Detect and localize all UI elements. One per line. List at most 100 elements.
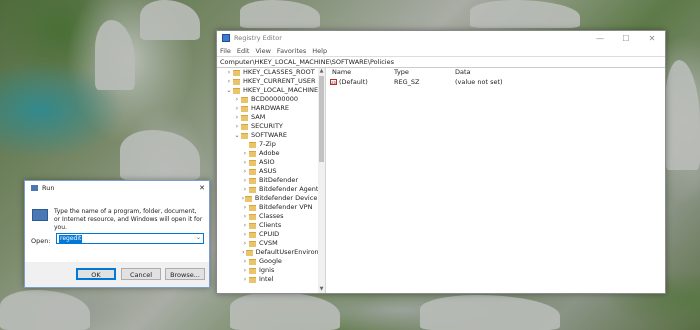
- folder-icon: [249, 213, 256, 220]
- tree-item-label: Bitdefender VPN: [259, 203, 313, 211]
- browse-button[interactable]: Browse...: [165, 268, 205, 280]
- tree-item[interactable]: › Classes: [217, 212, 325, 221]
- chevron-right-icon[interactable]: ›: [241, 239, 249, 248]
- scroll-thumb[interactable]: [319, 76, 324, 162]
- value-type: REG_SZ: [394, 77, 420, 86]
- run-close-button[interactable]: ✕: [195, 184, 209, 192]
- chevron-right-icon[interactable]: ›: [225, 68, 233, 77]
- chevron-right-icon[interactable]: ›: [241, 257, 249, 266]
- open-input-value[interactable]: regedit: [59, 234, 83, 243]
- tree-item[interactable]: › SAM: [217, 113, 325, 122]
- tree-scrollbar[interactable]: ▲ ▼: [318, 68, 325, 293]
- tree-item[interactable]: › ASUS: [217, 167, 325, 176]
- run-app-icon: [31, 184, 38, 191]
- ok-button[interactable]: OK: [76, 268, 116, 280]
- values-list: Name Type Data ab (Default) REG_SZ (valu…: [326, 68, 665, 293]
- maximize-button[interactable]: ☐: [613, 31, 639, 45]
- chevron-right-icon[interactable]: ›: [233, 122, 241, 131]
- tree-item[interactable]: › Ignis: [217, 266, 325, 275]
- folder-icon: [249, 258, 256, 265]
- registry-editor-titlebar[interactable]: Registry Editor — ☐ ✕: [217, 31, 665, 45]
- tree-item-label: ASIO: [259, 158, 275, 166]
- address-bar[interactable]: Computer\HKEY_LOCAL_MACHINE\SOFTWARE\Pol…: [217, 56, 665, 68]
- tree-item-label: SAM: [251, 113, 266, 121]
- column-type[interactable]: Type: [394, 68, 455, 77]
- tree-item-label: Adobe: [259, 149, 280, 157]
- tree-item-label: Intel: [259, 275, 274, 283]
- folder-icon: [249, 141, 256, 148]
- tree-item-label: Bitdefender Device M: [254, 194, 325, 202]
- minimize-button[interactable]: —: [587, 31, 613, 45]
- chevron-right-icon[interactable]: ›: [241, 266, 249, 275]
- chevron-right-icon[interactable]: ›: [241, 176, 249, 185]
- tree-item[interactable]: › Bitdefender VPN: [217, 203, 325, 212]
- cancel-button[interactable]: Cancel: [121, 268, 161, 280]
- folder-icon: [241, 105, 248, 112]
- column-data[interactable]: Data: [455, 68, 471, 77]
- tree-item[interactable]: ⌄ SOFTWARE: [217, 131, 325, 140]
- value-row-default[interactable]: ab (Default) REG_SZ (value not set): [326, 77, 665, 86]
- chevron-right-icon[interactable]: ›: [233, 113, 241, 122]
- tree-item[interactable]: › Clients: [217, 221, 325, 230]
- tree-item[interactable]: › BitDefender: [217, 176, 325, 185]
- menu-edit[interactable]: Edit: [237, 47, 250, 55]
- tree-item[interactable]: › Intel: [217, 275, 325, 284]
- chevron-down-icon[interactable]: ⌄: [233, 131, 241, 140]
- chevron-right-icon[interactable]: ›: [225, 77, 233, 86]
- tree-item[interactable]: ⌄ HKEY_LOCAL_MACHINE: [217, 86, 325, 95]
- scroll-up-icon[interactable]: ▲: [318, 68, 325, 75]
- chevron-right-icon[interactable]: ›: [241, 221, 249, 230]
- folder-icon: [249, 150, 256, 157]
- chevron-right-icon[interactable]: ›: [233, 95, 241, 104]
- tree-item[interactable]: › Bitdefender Device M: [217, 194, 325, 203]
- folder-icon: [244, 195, 252, 202]
- chevron-right-icon[interactable]: ›: [241, 230, 249, 239]
- tree-item-label: DefaultUserEnvironm: [255, 248, 325, 256]
- tree-item[interactable]: › Google: [217, 257, 325, 266]
- menu-favorites[interactable]: Favorites: [277, 47, 306, 55]
- tree-item-label: CVSM: [259, 239, 278, 247]
- tree-item[interactable]: › CPUID: [217, 230, 325, 239]
- folder-icon: [241, 114, 248, 121]
- tree-item[interactable]: › CVSM: [217, 239, 325, 248]
- value-name: (Default): [339, 77, 368, 86]
- tree-item[interactable]: › DefaultUserEnvironm: [217, 248, 325, 257]
- tree-item[interactable]: › HKEY_CLASSES_ROOT: [217, 68, 325, 77]
- open-input[interactable]: regedit ⌄: [56, 233, 204, 244]
- tree-item[interactable]: › HARDWARE: [217, 104, 325, 113]
- chevron-right-icon[interactable]: ›: [241, 158, 249, 167]
- registry-editor-window: Registry Editor — ☐ ✕ File Edit View Fav…: [216, 30, 666, 294]
- tree-item[interactable]: 7-Zip: [217, 140, 325, 149]
- menu-file[interactable]: File: [220, 47, 231, 55]
- tree-item[interactable]: › Adobe: [217, 149, 325, 158]
- tree-item[interactable]: › ASIO: [217, 158, 325, 167]
- tree-item-label: BCD00000000: [251, 95, 298, 103]
- tree-item-label: Clients: [259, 221, 282, 229]
- close-button[interactable]: ✕: [639, 31, 665, 45]
- chevron-down-icon[interactable]: ⌄: [196, 234, 201, 241]
- menu-help[interactable]: Help: [312, 47, 327, 55]
- folder-icon: [249, 204, 256, 211]
- menu-view[interactable]: View: [255, 47, 270, 55]
- chevron-down-icon[interactable]: ⌄: [225, 86, 233, 95]
- scroll-down-icon[interactable]: ▼: [318, 286, 325, 293]
- chevron-right-icon[interactable]: ›: [241, 275, 249, 284]
- tree-item-label: ASUS: [259, 167, 277, 175]
- tree-item[interactable]: › BCD00000000: [217, 95, 325, 104]
- run-titlebar[interactable]: Run ✕: [25, 181, 209, 194]
- column-name[interactable]: Name: [332, 68, 394, 77]
- registry-tree: › HKEY_CLASSES_ROOT › HKEY_CURRENT_USER ⌄ HKE…: [217, 68, 326, 293]
- tree-item[interactable]: › Bitdefender Agent: [217, 185, 325, 194]
- chevron-right-icon[interactable]: ›: [241, 203, 249, 212]
- folder-icon: [233, 87, 240, 94]
- chevron-right-icon[interactable]: ›: [241, 167, 249, 176]
- folder-icon: [249, 231, 256, 238]
- tree-item[interactable]: › SECURITY: [217, 122, 325, 131]
- tree-item[interactable]: › HKEY_CURRENT_USER: [217, 77, 325, 86]
- chevron-right-icon[interactable]: ›: [241, 149, 249, 158]
- folder-icon: [249, 276, 256, 283]
- chevron-right-icon[interactable]: ›: [241, 185, 249, 194]
- value-data: (value not set): [455, 77, 503, 86]
- chevron-right-icon[interactable]: ›: [241, 212, 249, 221]
- chevron-right-icon[interactable]: ›: [233, 104, 241, 113]
